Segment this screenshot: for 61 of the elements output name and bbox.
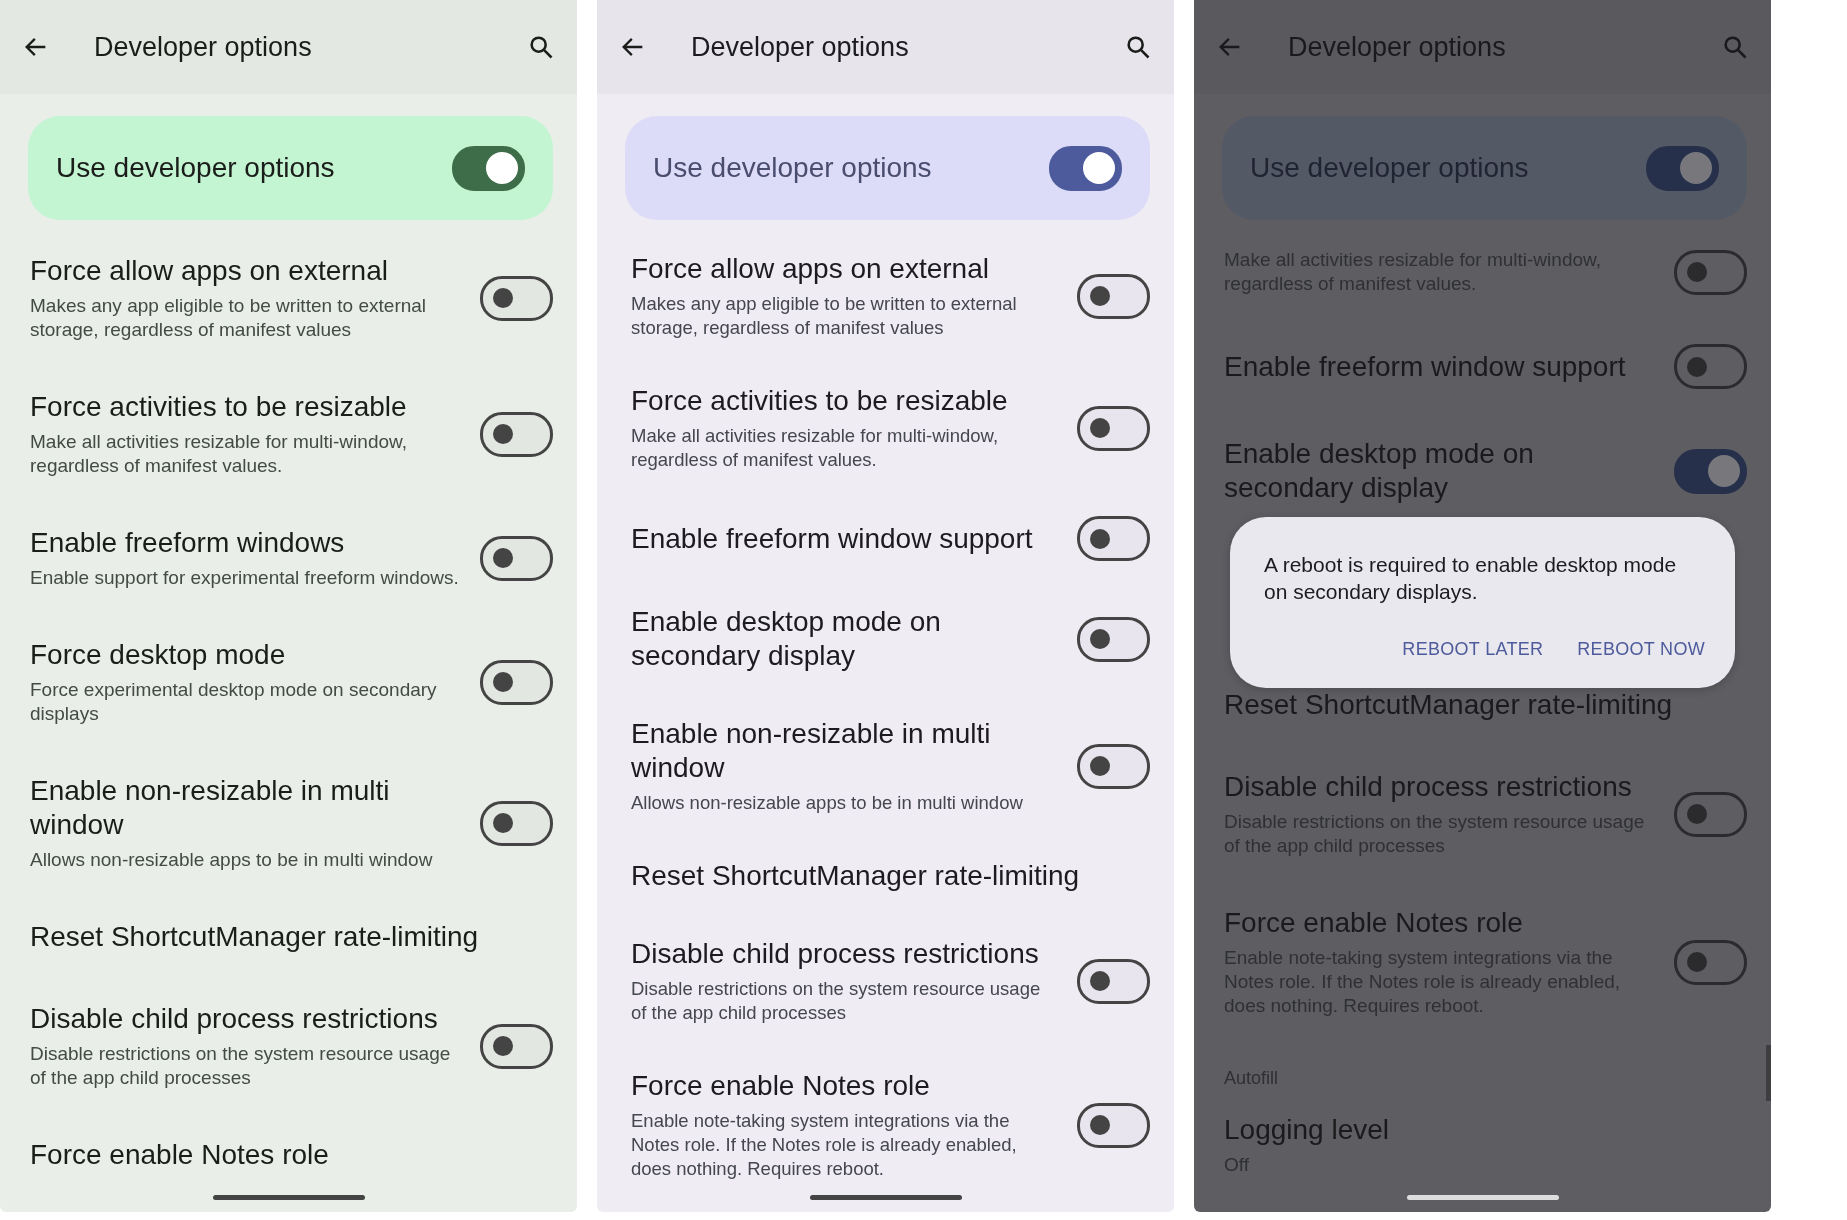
- search-icon[interactable]: [1124, 33, 1152, 61]
- setting-summary: Disable restrictions on the system resource usage of the app child processes: [30, 1042, 452, 1090]
- toggle-switch[interactable]: [480, 1023, 553, 1069]
- toggle-switch[interactable]: [1077, 405, 1150, 451]
- screen-title: Developer options: [691, 31, 910, 63]
- setting-title[interactable]: Force enable Notes role: [631, 1069, 930, 1103]
- toggle-switch[interactable]: [1674, 939, 1747, 985]
- setting-title[interactable]: Force allow apps on external: [30, 254, 388, 288]
- setting-title[interactable]: Force desktop mode: [30, 638, 286, 672]
- toggle-switch[interactable]: [480, 800, 553, 846]
- setting-summary: Enable note-taking system integrations via the Notes role. If the Notes role is already enabled, does nothing. Requires reboot.: [631, 1109, 1018, 1181]
- setting-title[interactable]: Enable desktop mode on secondary display: [631, 605, 1057, 673]
- setting-title[interactable]: Reset ShortcutManager rate-limiting: [30, 920, 479, 954]
- toggle-switch[interactable]: [480, 411, 553, 457]
- toggle-switch[interactable]: [1077, 1102, 1150, 1148]
- scrollbar: [1766, 1045, 1771, 1101]
- toggle-switch[interactable]: [1077, 958, 1150, 1004]
- toggle-switch[interactable]: [480, 535, 553, 581]
- toggle-switch[interactable]: [1077, 516, 1150, 561]
- toggle-switch[interactable]: [1674, 249, 1747, 295]
- master-switch-card[interactable]: Use developer options: [28, 116, 553, 220]
- toggle-switch[interactable]: [480, 659, 553, 705]
- toggle-switch[interactable]: [1674, 344, 1747, 389]
- setting-summary: Makes any app eligible to be written to external storage, regardless of manifest values: [30, 294, 428, 342]
- setting-summary: Allows non-resizable apps to be in multi window: [30, 848, 433, 872]
- setting-summary: Make all activities resizable for multi-window, regardless of manifest values.: [631, 424, 1000, 472]
- setting-summary: Force experimental desktop mode on secondary displays: [30, 678, 438, 726]
- master-switch-label: Use developer options: [653, 152, 933, 184]
- screen-title: Developer options: [94, 31, 313, 63]
- setting-summary: Disable restrictions on the system resource usage of the app child processes: [631, 977, 1042, 1025]
- setting-title[interactable]: Force activities to be resizable: [631, 384, 1008, 418]
- toggle-switch[interactable]: [1077, 616, 1150, 662]
- toggle-switch[interactable]: [452, 145, 525, 191]
- setting-summary: Make all activities resizable for multi-window, regardless of manifest values.: [30, 430, 408, 478]
- toggle-switch[interactable]: [1049, 145, 1122, 191]
- setting-title[interactable]: Force activities to be resizable: [30, 390, 407, 424]
- toggle-switch[interactable]: [1077, 743, 1150, 789]
- dialog-button[interactable]: REBOOT NOW: [1577, 635, 1705, 664]
- toggle-switch[interactable]: [1646, 145, 1719, 191]
- toggle-switch[interactable]: [1077, 273, 1150, 319]
- setting-title[interactable]: Force enable Notes role: [30, 1138, 329, 1172]
- setting-summary: Enable support for experimental freeform windows.: [30, 566, 459, 590]
- dialog-button[interactable]: REBOOT LATER: [1402, 635, 1544, 664]
- master-switch-label: Use developer options: [56, 152, 336, 184]
- setting-title[interactable]: Force allow apps on external: [631, 252, 989, 286]
- setting-title[interactable]: Enable freeform windows: [30, 526, 345, 560]
- screen-title: Developer options: [1288, 31, 1507, 63]
- master-switch-card[interactable]: Use developer options: [625, 116, 1150, 220]
- setting-title[interactable]: Disable child process restrictions: [631, 937, 1039, 971]
- setting-summary: Makes any app eligible to be written to external storage, regardless of manifest values: [631, 292, 1018, 340]
- search-icon[interactable]: [527, 33, 555, 61]
- setting-summary: Allows non-resizable apps to be in multi window: [631, 791, 1023, 815]
- toggle-switch[interactable]: [1674, 448, 1747, 494]
- dialog-message: A reboot is required to enable desktop mode on secondary displays.: [1264, 552, 1678, 605]
- setting-title[interactable]: Reset ShortcutManager rate-limiting: [631, 859, 1080, 893]
- setting-title[interactable]: Enable non-resizable in multi window: [631, 717, 1057, 785]
- setting-title[interactable]: Enable non-resizable in multi window: [30, 774, 460, 842]
- setting-title[interactable]: Enable freeform window support: [631, 521, 1033, 556]
- toggle-switch[interactable]: [1674, 791, 1747, 837]
- toggle-switch[interactable]: [480, 275, 553, 321]
- setting-title[interactable]: Disable child process restrictions: [30, 1002, 438, 1036]
